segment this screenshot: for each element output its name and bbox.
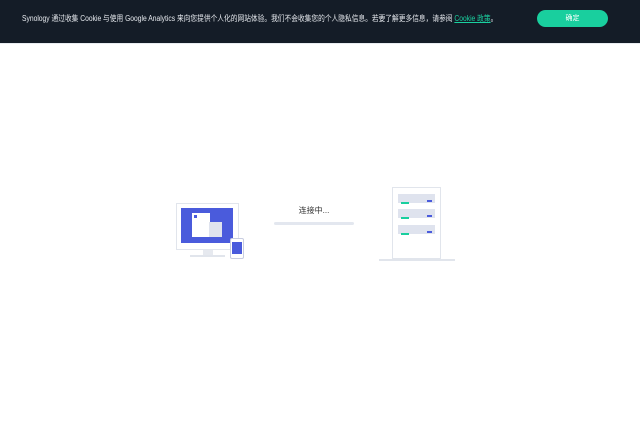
cookie-notice-suffix: 。 [490, 14, 498, 23]
confirm-button[interactable]: 确定 [537, 10, 608, 27]
cookie-notice-text: Synology 通过收集 Cookie 与使用 Google Analytic… [22, 14, 455, 23]
cookie-banner: Synology 通过收集 Cookie 与使用 Google Analytic… [0, 0, 640, 44]
connection-progress-bar [274, 222, 354, 225]
cookie-notice: Synology 通过收集 Cookie 与使用 Google Analytic… [22, 13, 497, 24]
cookie-policy-link[interactable]: Cookie 政策 [454, 14, 490, 23]
connection-status: 连接中... [298, 206, 330, 215]
